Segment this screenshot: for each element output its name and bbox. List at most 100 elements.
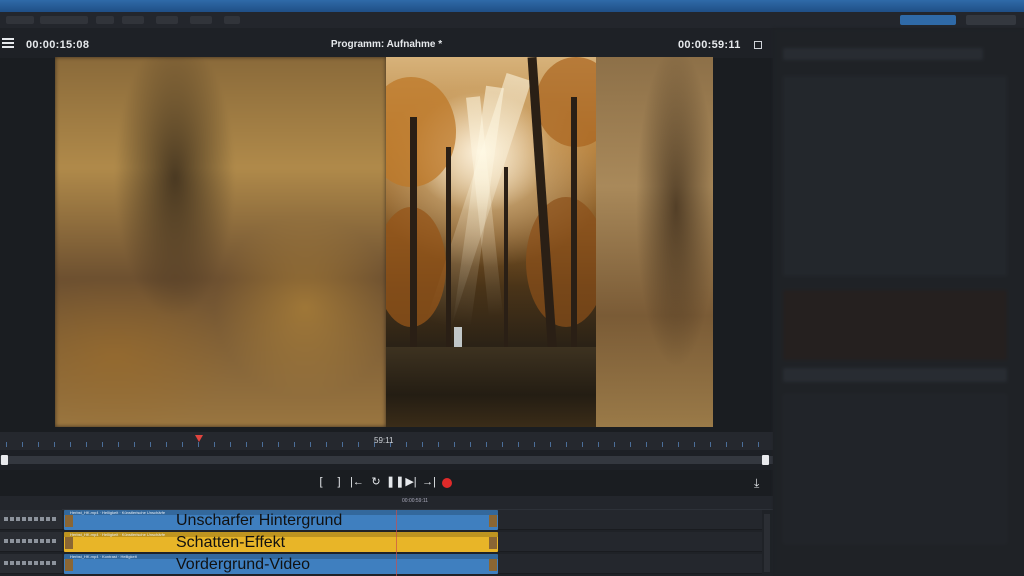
panel-area [783,76,1007,276]
monitor-header: 00:00:15:08 Programm: Aufnahme * 00:00:5… [0,28,773,58]
track-lane[interactable]: Herbst_HK.mp4 · Kontrast · Helligkeit Vor… [62,554,762,574]
track-control-icon[interactable] [10,561,14,565]
track-lane[interactable]: Herbst_HK.mp4 · Helligkeit · Künstlerisc… [62,510,762,530]
menu-item-blurred-5[interactable] [156,16,178,24]
track-control-icon[interactable] [22,517,26,521]
timeline-ruler[interactable]: 00:00:59:11 [62,496,773,510]
timeline-playhead[interactable] [396,510,397,576]
menu-item-blurred-3[interactable] [96,16,114,24]
timeline-clip[interactable]: Herbst_HK.mp4 · Helligkeit · Künstlerisc… [64,532,498,552]
menu-item-blurred-6[interactable] [190,16,212,24]
scrub-out-handle[interactable] [762,455,769,465]
tree-trunk [571,97,577,357]
track-header[interactable] [0,554,62,574]
timeline-clip[interactable]: Herbst_HK.mp4 · Helligkeit · Künstlerisc… [64,510,498,530]
ruler-tick [486,442,487,447]
track-control-icon[interactable] [52,539,56,543]
track-control-icon[interactable] [16,539,20,543]
ruler-tick [502,442,503,447]
track-control-icon[interactable] [4,517,8,521]
clip-thumbnail [65,515,73,527]
track-header[interactable] [0,532,62,552]
clip-thumbnail [489,515,497,527]
title-bar [0,0,1024,12]
ruler-tick [630,442,631,447]
menu-item-blurred-2[interactable] [40,16,88,24]
track-control-icon[interactable] [52,517,56,521]
mark-out-button[interactable]: ] [334,475,344,489]
scrub-area: 59:11 [0,432,773,470]
track-control-icon[interactable] [22,561,26,565]
track-control-icon[interactable] [4,561,8,565]
ruler-tick [726,442,727,447]
track-control-icon[interactable] [28,517,32,521]
track-header[interactable] [0,510,62,530]
ruler-tick [86,442,87,447]
ruler-tick [230,442,231,447]
ruler-tick [54,442,55,447]
menu-item-blurred-4[interactable] [122,16,144,24]
timeline-clip[interactable]: Herbst_HK.mp4 · Kontrast · Helligkeit Vor… [64,554,498,574]
track-control-icon[interactable] [46,517,50,521]
track-control-icon[interactable] [40,517,44,521]
ruler-tick [6,442,7,447]
maximize-icon[interactable] [754,41,762,49]
scrub-in-handle[interactable] [1,455,8,465]
side-panel-blurred [773,28,1024,576]
clip-annotation-label: Vordergrund-Video [176,556,311,573]
video-preview[interactable] [55,57,713,427]
record-icon[interactable] [442,478,452,488]
track-control-icon[interactable] [16,517,20,521]
next-frame-button[interactable]: ▶| [404,475,418,489]
track-control-icon[interactable] [40,561,44,565]
track-control-icon[interactable] [40,539,44,543]
track-control-icon[interactable] [16,561,20,565]
panel-area [783,394,1007,544]
mode-button-blurred-2[interactable] [966,15,1016,25]
ruler-tick [470,442,471,447]
track-control-icon[interactable] [28,561,32,565]
ruler-tick [534,442,535,447]
ruler-tick [246,442,247,447]
ruler-tick [166,442,167,447]
go-to-end-button[interactable]: →| [422,475,436,489]
water-reflection [386,347,596,427]
track-lane[interactable]: Herbst_HK.mp4 · Helligkeit · Künstlerisc… [62,532,762,552]
track-control-icon[interactable] [22,539,26,543]
tool-icon[interactable]: ⤓ [754,476,759,491]
timeline-panel: 00:00:59:11 Herbst_HK.mp4 · Helligkeit ·… [0,496,773,576]
ruler-tick [70,442,71,447]
ruler-tick [454,442,455,447]
track-control-icon[interactable] [34,561,38,565]
loop-button[interactable]: ↻ [369,475,383,489]
go-to-start-button[interactable]: |← [350,475,364,489]
track-control-icon[interactable] [28,539,32,543]
mark-in-button[interactable]: [ [316,475,326,489]
ruler-tick [694,442,695,447]
track-control-icon[interactable] [10,517,14,521]
ruler-tick [662,442,663,447]
mode-button-blurred[interactable] [900,15,956,25]
panel-row [783,368,1007,382]
scrub-track[interactable] [0,456,773,464]
track-control-icon[interactable] [10,539,14,543]
ruler-tick [118,442,119,447]
menu-item-blurred-1[interactable] [6,16,34,24]
pause-button[interactable]: ❚❚ [386,475,404,489]
track-control-icon[interactable] [46,539,50,543]
ruler-tick [566,442,567,447]
program-title: Programm: Aufnahme * [330,39,443,50]
ruler-tick [102,442,103,447]
track-control-icon[interactable] [34,539,38,543]
track-control-icon[interactable] [52,561,56,565]
ruler-tick [406,442,407,447]
monitor-ruler[interactable]: 59:11 [0,432,773,450]
menu-item-blurred-7[interactable] [224,16,240,24]
timeline-scrollbar[interactable] [764,514,770,572]
track-control-icon[interactable] [46,561,50,565]
track-control-icon[interactable] [34,517,38,521]
foreground-video [386,57,596,427]
clip-thumbnail [489,559,497,571]
track-control-icon[interactable] [4,539,8,543]
playhead-marker[interactable] [195,435,203,442]
